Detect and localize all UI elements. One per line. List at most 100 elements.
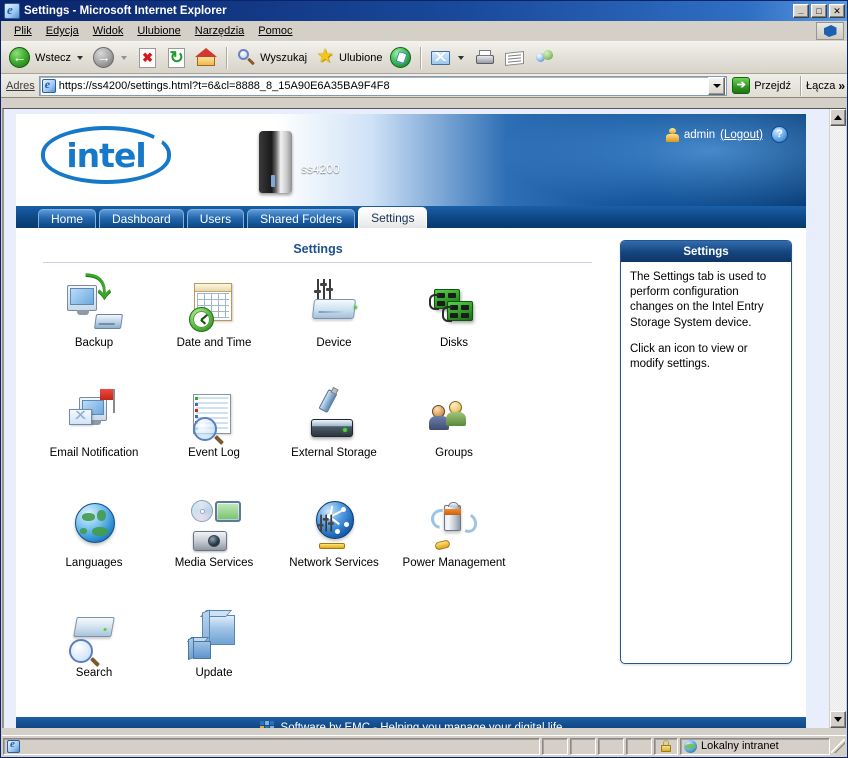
settings-item-device[interactable]: Device	[274, 277, 394, 387]
tab-dashboard[interactable]: Dashboard	[99, 209, 184, 228]
settings-item-media-services[interactable]: Media Services	[154, 497, 274, 607]
lock-icon	[661, 740, 671, 752]
forward-dropdown-icon[interactable]	[121, 55, 128, 60]
menu-item-edycja[interactable]: Edycja	[39, 23, 86, 39]
help-panel-title: Settings	[621, 241, 791, 262]
network-services-icon	[305, 497, 363, 555]
logout-link[interactable]: (Logout)	[720, 129, 763, 141]
help-panel-paragraph-1: The Settings tab is used to perform conf…	[630, 271, 767, 329]
home-icon	[195, 47, 218, 68]
refresh-icon	[168, 47, 186, 68]
messenger-button[interactable]	[530, 44, 560, 72]
menu-item-widok[interactable]: Widok	[86, 23, 131, 39]
settings-item-device-label: Device	[316, 337, 352, 349]
external-storage-icon	[305, 387, 363, 445]
links-chevron-icon[interactable]: »	[838, 79, 845, 93]
favorites-button[interactable]: Ulubione	[311, 44, 386, 72]
page-title: Settings	[293, 242, 343, 256]
menu-item-ulubione[interactable]: Ulubione	[130, 23, 187, 39]
device-image-icon	[259, 131, 292, 193]
magnifier-icon	[236, 48, 256, 68]
history-button[interactable]	[386, 44, 415, 72]
status-message-pane	[3, 737, 540, 755]
menu-item-pomoc[interactable]: Pomoc	[251, 23, 299, 39]
menu-item-narzedzia-label: Narzędzia	[194, 25, 245, 37]
chevron-down-icon	[712, 83, 721, 88]
status-pane-3	[598, 737, 624, 755]
menu-item-ulubione-label: Ulubione	[137, 25, 181, 37]
links-button[interactable]: Łącza	[806, 80, 835, 92]
status-pane-2	[570, 737, 596, 755]
tab-users[interactable]: Users	[186, 209, 245, 228]
settings-item-backup-label: Backup	[74, 337, 114, 349]
mail-dropdown-icon[interactable]	[458, 55, 465, 60]
stop-button[interactable]	[133, 44, 162, 72]
address-dropdown-button[interactable]	[708, 76, 726, 95]
site-footer: Software by EMC - Helping you manage you…	[16, 717, 806, 728]
scroll-up-button[interactable]	[830, 109, 846, 126]
settings-item-backup[interactable]: ⤵ Backup	[34, 274, 154, 387]
window-controls: _ □ ✕	[793, 4, 845, 18]
forward-button[interactable]: →	[89, 44, 133, 72]
settings-item-event-log-label: Event Log	[188, 447, 240, 459]
tab-shared-folders-label: Shared Folders	[260, 212, 343, 226]
mail-button[interactable]	[426, 44, 470, 72]
tab-settings[interactable]: Settings	[358, 207, 428, 228]
back-button[interactable]: ← Wstecz	[5, 44, 89, 72]
address-label-text: Adres	[6, 79, 35, 92]
vertical-scrollbar[interactable]	[829, 109, 846, 728]
status-pane-4	[626, 737, 652, 755]
settings-item-date-and-time[interactable]: Date and Time	[154, 277, 274, 387]
settings-item-update[interactable]: Update	[154, 607, 274, 717]
ie-small-icon	[7, 738, 20, 753]
address-input[interactable]: https://ss4200/settings.html?t=6&cl=8888…	[38, 75, 728, 96]
scroll-down-button[interactable]	[830, 711, 846, 728]
settings-item-network-services[interactable]: Network Services	[274, 497, 394, 607]
settings-item-external-storage[interactable]: External Storage	[274, 387, 394, 497]
home-button[interactable]	[191, 44, 221, 72]
back-dropdown-icon[interactable]	[77, 55, 84, 60]
settings-item-disks[interactable]: Disks	[394, 277, 514, 387]
back-button-label: Wstecz	[35, 51, 72, 64]
settings-item-power-management[interactable]: Power Management	[394, 497, 514, 607]
search-button[interactable]: Wyszukaj	[232, 44, 311, 72]
brand-logo-button[interactable]	[816, 22, 844, 40]
status-bar: Lokalny intranet	[2, 735, 846, 756]
settings-item-groups[interactable]: Groups	[394, 387, 514, 497]
tab-dashboard-label: Dashboard	[112, 212, 171, 226]
help-icon[interactable]: ?	[771, 126, 788, 143]
close-icon: ✕	[833, 5, 841, 16]
settings-item-email-notification[interactable]: Email Notification	[34, 387, 154, 497]
print-button[interactable]	[470, 44, 500, 72]
close-button[interactable]: ✕	[829, 4, 845, 18]
edit-button[interactable]	[500, 44, 530, 72]
refresh-button[interactable]	[162, 44, 191, 72]
settings-item-search[interactable]: Search	[34, 607, 154, 717]
date-and-time-icon	[185, 277, 243, 335]
stop-icon	[139, 47, 157, 68]
chevron-up-icon	[834, 115, 842, 120]
maximize-button[interactable]: □	[811, 4, 827, 18]
settings-item-power-management-label: Power Management	[402, 557, 506, 569]
minimize-button[interactable]: _	[793, 4, 809, 18]
menu-item-widok-label: Widok	[92, 25, 124, 37]
intel-logo: intel	[41, 126, 171, 184]
settings-item-external-storage-label: External Storage	[291, 447, 377, 459]
tab-home[interactable]: Home	[38, 209, 97, 228]
security-zone-label: Lokalny intranet	[701, 740, 779, 752]
resize-grip[interactable]	[831, 739, 845, 753]
tab-shared-folders[interactable]: Shared Folders	[247, 209, 356, 228]
globe-icon	[684, 739, 697, 753]
minimize-icon: _	[798, 5, 804, 15]
security-lock-pane[interactable]	[654, 737, 678, 755]
settings-item-languages[interactable]: Languages	[34, 497, 154, 607]
menu-item-plik[interactable]: Plik	[7, 23, 39, 39]
settings-item-event-log[interactable]: Event Log	[154, 387, 274, 497]
intel-logo-text: intel	[66, 135, 146, 175]
menu-item-narzedzia[interactable]: Narzędzia	[188, 23, 252, 39]
go-button[interactable]: ➔ Przejdź	[727, 77, 795, 94]
security-zone-pane[interactable]: Lokalny intranet	[680, 737, 830, 755]
update-icon	[185, 607, 243, 665]
settings-item-date-and-time-label: Date and Time	[176, 337, 252, 349]
go-arrow-icon: ➔	[732, 77, 751, 94]
